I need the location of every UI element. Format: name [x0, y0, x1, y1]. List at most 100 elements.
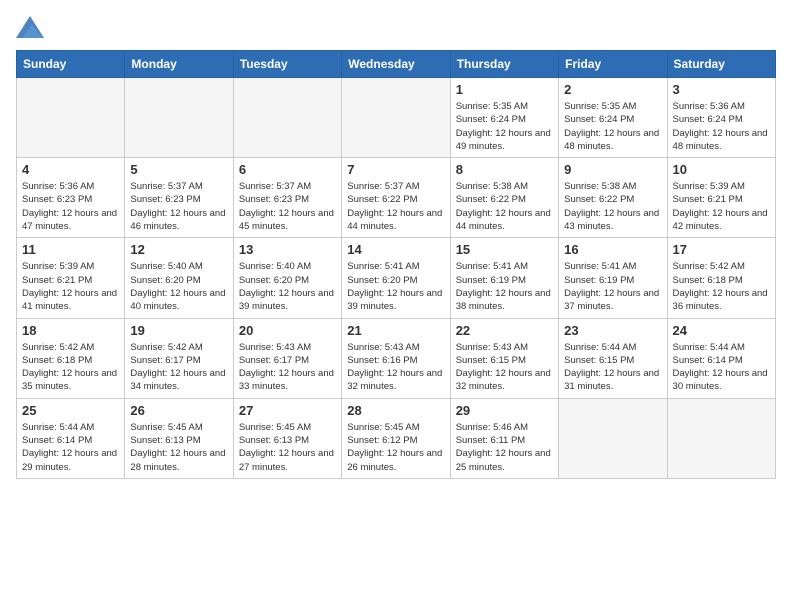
day-cell: 23 Sunrise: 5:44 AMSunset: 6:15 PMDayligh…	[559, 318, 667, 398]
day-cell: 27 Sunrise: 5:45 AMSunset: 6:13 PMDayligh…	[233, 398, 341, 478]
week-row-2: 4 Sunrise: 5:36 AMSunset: 6:23 PMDaylight…	[17, 158, 776, 238]
day-number: 6	[239, 162, 336, 177]
day-number: 12	[130, 242, 227, 257]
day-info: Sunrise: 5:44 AMSunset: 6:14 PMDaylight:…	[22, 421, 119, 474]
day-info: Sunrise: 5:35 AMSunset: 6:24 PMDaylight:…	[564, 100, 661, 153]
page-header	[16, 16, 776, 38]
day-number: 7	[347, 162, 444, 177]
day-info: Sunrise: 5:45 AMSunset: 6:12 PMDaylight:…	[347, 421, 444, 474]
day-cell	[233, 78, 341, 158]
day-info: Sunrise: 5:43 AMSunset: 6:15 PMDaylight:…	[456, 341, 553, 394]
day-cell	[17, 78, 125, 158]
day-info: Sunrise: 5:42 AMSunset: 6:18 PMDaylight:…	[673, 260, 770, 313]
weekday-header-sunday: Sunday	[17, 51, 125, 78]
day-cell	[342, 78, 450, 158]
day-info: Sunrise: 5:45 AMSunset: 6:13 PMDaylight:…	[239, 421, 336, 474]
weekday-header-saturday: Saturday	[667, 51, 775, 78]
week-row-5: 25Sunrise: 5:44 AMSunset: 6:14 PMDayligh…	[17, 398, 776, 478]
day-cell: 13 Sunrise: 5:40 AMSunset: 6:20 PMDayligh…	[233, 238, 341, 318]
day-cell: 14Sunrise: 5:41 AMSunset: 6:20 PMDayligh…	[342, 238, 450, 318]
day-cell: 22 Sunrise: 5:43 AMSunset: 6:15 PMDayligh…	[450, 318, 558, 398]
weekday-header-tuesday: Tuesday	[233, 51, 341, 78]
day-cell: 8 Sunrise: 5:38 AMSunset: 6:22 PMDaylight…	[450, 158, 558, 238]
day-info: Sunrise: 5:36 AMSunset: 6:24 PMDaylight:…	[673, 100, 770, 153]
day-number: 5	[130, 162, 227, 177]
logo-icon	[16, 16, 44, 38]
day-cell: 1 Sunrise: 5:35 AMSunset: 6:24 PMDaylight…	[450, 78, 558, 158]
day-info: Sunrise: 5:37 AMSunset: 6:22 PMDaylight:…	[347, 180, 444, 233]
weekday-header-wednesday: Wednesday	[342, 51, 450, 78]
day-info: Sunrise: 5:44 AMSunset: 6:14 PMDaylight:…	[673, 341, 770, 394]
day-number: 26	[130, 403, 227, 418]
weekday-header-row: SundayMondayTuesdayWednesdayThursdayFrid…	[17, 51, 776, 78]
day-number: 18	[22, 323, 119, 338]
day-number: 8	[456, 162, 553, 177]
day-info: Sunrise: 5:36 AMSunset: 6:23 PMDaylight:…	[22, 180, 119, 233]
week-row-4: 18Sunrise: 5:42 AMSunset: 6:18 PMDayligh…	[17, 318, 776, 398]
week-row-1: 1 Sunrise: 5:35 AMSunset: 6:24 PMDaylight…	[17, 78, 776, 158]
day-number: 9	[564, 162, 661, 177]
day-number: 28	[347, 403, 444, 418]
day-number: 3	[673, 82, 770, 97]
day-cell	[667, 398, 775, 478]
day-cell: 6Sunrise: 5:37 AMSunset: 6:23 PMDaylight…	[233, 158, 341, 238]
day-number: 15	[456, 242, 553, 257]
day-number: 20	[239, 323, 336, 338]
day-number: 17	[673, 242, 770, 257]
weekday-header-monday: Monday	[125, 51, 233, 78]
day-cell: 29 Sunrise: 5:46 AMSunset: 6:11 PMDayligh…	[450, 398, 558, 478]
day-cell: 3 Sunrise: 5:36 AMSunset: 6:24 PMDaylight…	[667, 78, 775, 158]
day-info: Sunrise: 5:41 AMSunset: 6:19 PMDaylight:…	[564, 260, 661, 313]
day-cell: 17 Sunrise: 5:42 AMSunset: 6:18 PMDayligh…	[667, 238, 775, 318]
day-info: Sunrise: 5:45 AMSunset: 6:13 PMDaylight:…	[130, 421, 227, 474]
day-info: Sunrise: 5:44 AMSunset: 6:15 PMDaylight:…	[564, 341, 661, 394]
day-info: Sunrise: 5:42 AMSunset: 6:17 PMDaylight:…	[130, 341, 227, 394]
weekday-header-thursday: Thursday	[450, 51, 558, 78]
day-cell: 16Sunrise: 5:41 AMSunset: 6:19 PMDayligh…	[559, 238, 667, 318]
day-number: 11	[22, 242, 119, 257]
day-info: Sunrise: 5:41 AMSunset: 6:19 PMDaylight:…	[456, 260, 553, 313]
calendar-table: SundayMondayTuesdayWednesdayThursdayFrid…	[16, 50, 776, 479]
day-info: Sunrise: 5:39 AMSunset: 6:21 PMDaylight:…	[673, 180, 770, 233]
week-row-3: 11 Sunrise: 5:39 AMSunset: 6:21 PMDayligh…	[17, 238, 776, 318]
day-number: 10	[673, 162, 770, 177]
day-cell: 9 Sunrise: 5:38 AMSunset: 6:22 PMDaylight…	[559, 158, 667, 238]
day-number: 29	[456, 403, 553, 418]
day-cell: 12Sunrise: 5:40 AMSunset: 6:20 PMDayligh…	[125, 238, 233, 318]
day-cell: 20 Sunrise: 5:43 AMSunset: 6:17 PMDayligh…	[233, 318, 341, 398]
day-number: 21	[347, 323, 444, 338]
day-info: Sunrise: 5:40 AMSunset: 6:20 PMDaylight:…	[239, 260, 336, 313]
day-info: Sunrise: 5:43 AMSunset: 6:16 PMDaylight:…	[347, 341, 444, 394]
day-number: 24	[673, 323, 770, 338]
day-number: 13	[239, 242, 336, 257]
day-cell: 21 Sunrise: 5:43 AMSunset: 6:16 PMDayligh…	[342, 318, 450, 398]
day-info: Sunrise: 5:35 AMSunset: 6:24 PMDaylight:…	[456, 100, 553, 153]
day-cell: 11 Sunrise: 5:39 AMSunset: 6:21 PMDayligh…	[17, 238, 125, 318]
day-info: Sunrise: 5:39 AMSunset: 6:21 PMDaylight:…	[22, 260, 119, 313]
day-info: Sunrise: 5:38 AMSunset: 6:22 PMDaylight:…	[456, 180, 553, 233]
day-cell: 7 Sunrise: 5:37 AMSunset: 6:22 PMDaylight…	[342, 158, 450, 238]
day-number: 2	[564, 82, 661, 97]
day-number: 27	[239, 403, 336, 418]
day-info: Sunrise: 5:38 AMSunset: 6:22 PMDaylight:…	[564, 180, 661, 233]
day-info: Sunrise: 5:43 AMSunset: 6:17 PMDaylight:…	[239, 341, 336, 394]
day-cell: 5Sunrise: 5:37 AMSunset: 6:23 PMDaylight…	[125, 158, 233, 238]
day-number: 22	[456, 323, 553, 338]
day-number: 23	[564, 323, 661, 338]
day-cell: 15 Sunrise: 5:41 AMSunset: 6:19 PMDayligh…	[450, 238, 558, 318]
day-cell: 25Sunrise: 5:44 AMSunset: 6:14 PMDayligh…	[17, 398, 125, 478]
day-info: Sunrise: 5:46 AMSunset: 6:11 PMDaylight:…	[456, 421, 553, 474]
day-cell: 4 Sunrise: 5:36 AMSunset: 6:23 PMDaylight…	[17, 158, 125, 238]
day-cell: 18Sunrise: 5:42 AMSunset: 6:18 PMDayligh…	[17, 318, 125, 398]
day-cell: 24 Sunrise: 5:44 AMSunset: 6:14 PMDayligh…	[667, 318, 775, 398]
day-number: 14	[347, 242, 444, 257]
day-cell: 28 Sunrise: 5:45 AMSunset: 6:12 PMDayligh…	[342, 398, 450, 478]
day-number: 1	[456, 82, 553, 97]
day-number: 4	[22, 162, 119, 177]
weekday-header-friday: Friday	[559, 51, 667, 78]
day-cell: 26 Sunrise: 5:45 AMSunset: 6:13 PMDayligh…	[125, 398, 233, 478]
day-cell: 2 Sunrise: 5:35 AMSunset: 6:24 PMDaylight…	[559, 78, 667, 158]
day-cell: 10 Sunrise: 5:39 AMSunset: 6:21 PMDayligh…	[667, 158, 775, 238]
day-number: 19	[130, 323, 227, 338]
day-cell	[559, 398, 667, 478]
